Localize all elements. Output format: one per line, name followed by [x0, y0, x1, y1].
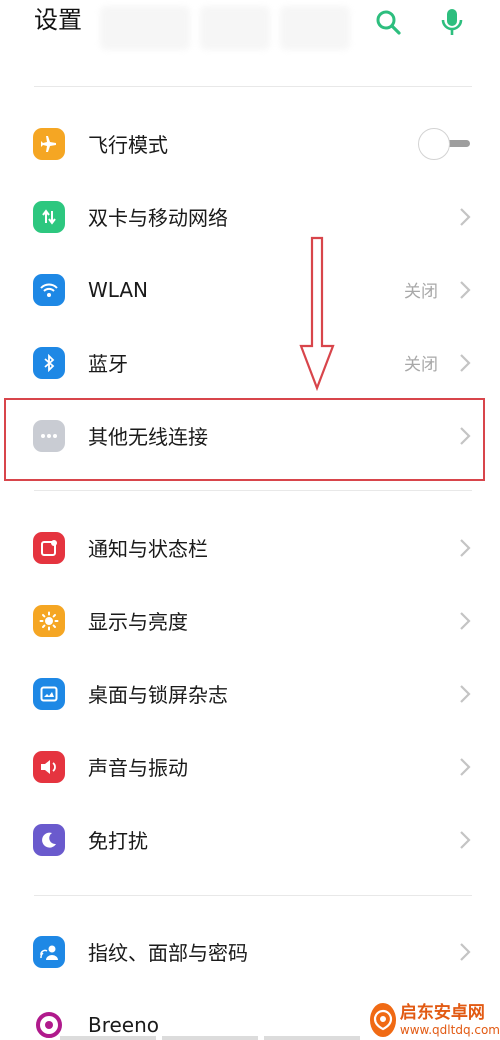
chevron-right-icon: [460, 611, 471, 630]
setting-label: Breeno: [88, 1012, 160, 1037]
page-title: 设置: [34, 6, 82, 34]
site-watermark: 启东安卓网 www.qdltdq.com: [370, 1000, 500, 1040]
setting-display-brightness[interactable]: 显示与亮度: [0, 584, 500, 657]
setting-label: WLAN: [88, 277, 149, 302]
setting-home-lock-screen[interactable]: 桌面与锁屏杂志: [0, 657, 500, 730]
setting-airplane-mode[interactable]: 飞行模式: [0, 107, 500, 180]
setting-label: 免打扰: [88, 829, 148, 853]
chevron-right-icon: [460, 830, 471, 849]
setting-label: 飞行模式: [88, 133, 168, 157]
annotation-highlight-box: [4, 398, 485, 481]
wlan-status: 关闭: [404, 282, 438, 302]
wifi-icon: [33, 273, 65, 306]
chevron-right-icon: [460, 538, 471, 557]
brightness-icon: [33, 604, 65, 637]
airplane-mode-toggle[interactable]: [418, 127, 472, 160]
speaker-icon: [33, 750, 65, 783]
blurred-header-content: [100, 6, 360, 50]
chevron-right-icon: [460, 353, 471, 372]
setting-label: 指纹、面部与密码: [88, 941, 248, 965]
divider: [34, 490, 472, 491]
airplane-icon: [33, 127, 65, 160]
divider: [34, 86, 472, 87]
setting-label: 双卡与移动网络: [88, 206, 228, 230]
setting-label: 桌面与锁屏杂志: [88, 683, 228, 707]
chevron-right-icon: [460, 942, 471, 961]
divider: [34, 895, 472, 896]
notification-icon: [33, 531, 65, 564]
bluetooth-status: 关闭: [404, 355, 438, 375]
chevron-right-icon: [460, 757, 471, 776]
bluetooth-icon: [33, 346, 65, 379]
setting-label: 显示与亮度: [88, 610, 188, 634]
setting-dual-sim-mobile-network[interactable]: 双卡与移动网络: [0, 180, 500, 253]
setting-sound-vibration[interactable]: 声音与振动: [0, 730, 500, 803]
chevron-right-icon: [460, 207, 471, 226]
watermark-url: www.qdltdq.com: [399, 1023, 500, 1037]
setting-label: 蓝牙: [88, 352, 128, 376]
setting-label: 通知与状态栏: [88, 537, 208, 561]
setting-fingerprint-face-password[interactable]: 指纹、面部与密码: [0, 915, 500, 988]
toggle-knob: [418, 127, 450, 160]
setting-bluetooth[interactable]: 蓝牙 关闭: [0, 326, 500, 399]
mobile-data-icon: [33, 200, 65, 233]
fingerprint-icon: [33, 935, 65, 968]
moon-icon: [33, 823, 65, 856]
annotation-arrow-down: [299, 236, 335, 392]
setting-label: 声音与振动: [88, 756, 188, 780]
bottom-edge-strip: [60, 1036, 360, 1040]
search-icon[interactable]: [372, 6, 404, 38]
microphone-icon[interactable]: [436, 6, 468, 38]
chevron-right-icon: [460, 280, 471, 299]
setting-do-not-disturb[interactable]: 免打扰: [0, 803, 500, 876]
wallpaper-icon: [33, 677, 65, 710]
header: 设置: [0, 0, 500, 56]
watermark-name: 启东安卓网: [399, 1003, 485, 1023]
setting-notifications-status-bar[interactable]: 通知与状态栏: [0, 511, 500, 584]
chevron-right-icon: [460, 684, 471, 703]
watermark-logo: [370, 1003, 396, 1037]
setting-wlan[interactable]: WLAN 关闭: [0, 253, 500, 326]
